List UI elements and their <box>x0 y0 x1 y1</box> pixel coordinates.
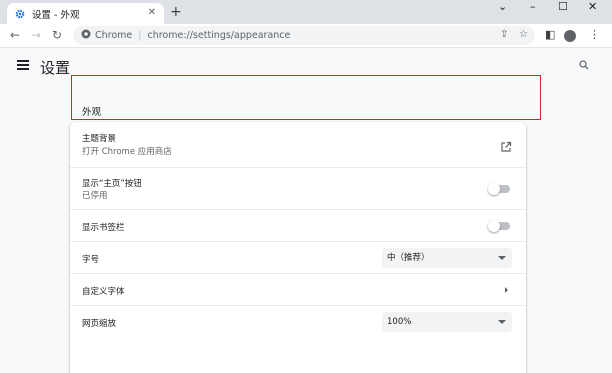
search-icon[interactable] <box>579 60 589 73</box>
font-size-value: 中（推荐） <box>387 253 430 263</box>
bookmarks-bar-toggle[interactable] <box>488 220 510 232</box>
chrome-icon <box>81 29 91 42</box>
tab-search-icon[interactable]: ⌄ <box>498 0 507 14</box>
minimize-button[interactable]: – <box>530 0 536 14</box>
page-zoom-row: 网页缩放 100% <box>70 305 526 337</box>
bookmarks-bar-label: 显示书签栏 <box>82 223 125 233</box>
home-button-sublabel: 已停用 <box>82 191 108 201</box>
address-bar[interactable]: Chrome | chrome://settings/appearance <box>73 26 535 45</box>
font-size-select[interactable]: 中（推荐） <box>382 248 512 268</box>
side-panel-icon[interactable]: ◧ <box>545 28 555 42</box>
chevron-down-icon <box>498 320 506 324</box>
bookmarks-bar-row: 显示书签栏 <box>70 209 526 241</box>
theme-sublabel: 打开 Chrome 应用商店 <box>82 147 172 157</box>
highlight-box <box>71 75 541 120</box>
share-icon[interactable]: ⇪ <box>500 28 508 42</box>
site-chip: Chrome <box>95 30 133 41</box>
appearance-card: 主题背景 打开 Chrome 应用商店 显示“主页”按钮 已停用 显示书签栏 字… <box>70 122 526 373</box>
font-size-label: 字号 <box>82 255 100 265</box>
bookmark-star-icon[interactable]: ☆ <box>519 28 528 42</box>
reload-button[interactable]: ↻ <box>52 27 62 43</box>
maximize-button[interactable]: ☐ <box>558 0 568 14</box>
tab-settings[interactable]: 设置 - 外观 ✕ <box>7 3 164 24</box>
home-button-toggle[interactable] <box>488 183 510 195</box>
forward-button[interactable]: → <box>31 27 41 43</box>
page-title: 设置 <box>40 59 71 77</box>
chrome-menu-icon[interactable]: ⋮ <box>589 28 600 42</box>
hamburger-menu-icon[interactable] <box>17 60 29 70</box>
theme-row[interactable]: 主题背景 打开 Chrome 应用商店 <box>70 122 526 167</box>
close-tab-icon[interactable]: ✕ <box>148 7 156 19</box>
page-zoom-select[interactable]: 100% <box>382 312 512 332</box>
profile-avatar[interactable] <box>564 30 576 42</box>
font-size-row: 字号 中（推荐） <box>70 241 526 273</box>
omnibox-separator: | <box>138 30 142 41</box>
toolbar: ← → ↻ Chrome | chrome://settings/appeara… <box>0 24 612 47</box>
home-button-row: 显示“主页”按钮 已停用 <box>70 167 526 209</box>
theme-label: 主题背景 <box>82 134 117 144</box>
home-button-label: 显示“主页”按钮 <box>82 179 142 189</box>
page-zoom-value: 100% <box>387 317 412 327</box>
back-button[interactable]: ← <box>10 27 20 43</box>
url-text: chrome://settings/appearance <box>147 30 291 41</box>
tab-title: 设置 - 外观 <box>32 9 80 21</box>
custom-fonts-row[interactable]: 自定义字体 <box>70 273 526 305</box>
tab-strip: 设置 - 外观 ✕ + ⌄ – ☐ ✕ <box>0 0 612 24</box>
new-tab-button[interactable]: + <box>170 4 182 20</box>
chevron-right-icon <box>505 287 508 293</box>
custom-fonts-label: 自定义字体 <box>82 287 125 297</box>
gear-icon <box>14 8 25 19</box>
chevron-down-icon <box>498 256 506 260</box>
external-link-icon[interactable] <box>500 138 512 152</box>
page-zoom-label: 网页缩放 <box>82 319 117 329</box>
close-window-button[interactable]: ✕ <box>588 0 597 14</box>
